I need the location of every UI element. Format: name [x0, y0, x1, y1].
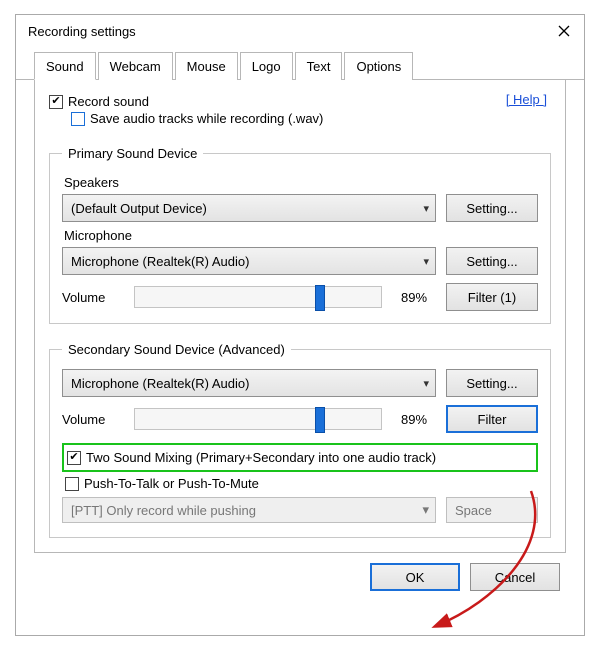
- speakers-setting-button[interactable]: Setting...: [446, 194, 538, 222]
- slider-thumb[interactable]: [315, 285, 325, 311]
- window-title: Recording settings: [28, 24, 136, 39]
- secondary-volume-pct: 89%: [392, 412, 436, 427]
- chevron-down-icon: ▾: [423, 255, 429, 268]
- primary-legend: Primary Sound Device: [62, 146, 203, 161]
- speakers-value: (Default Output Device): [71, 201, 207, 216]
- microphone-dropdown[interactable]: Microphone (Realtek(R) Audio) ▾: [62, 247, 436, 275]
- ptt-label: Push-To-Talk or Push-To-Mute: [84, 476, 259, 491]
- secondary-volume-slider[interactable]: [134, 408, 382, 430]
- tab-mouse[interactable]: Mouse: [175, 52, 238, 80]
- record-sound-checkbox[interactable]: ✔: [49, 95, 63, 109]
- ok-button[interactable]: OK: [370, 563, 460, 591]
- chevron-down-icon: ▾: [423, 377, 429, 390]
- tab-text[interactable]: Text: [295, 52, 343, 80]
- primary-volume-slider[interactable]: [134, 286, 382, 308]
- save-tracks-checkbox[interactable]: [71, 112, 85, 126]
- primary-filter-button[interactable]: Filter (1): [446, 283, 538, 311]
- microphone-value: Microphone (Realtek(R) Audio): [71, 254, 249, 269]
- save-tracks-label: Save audio tracks while recording (.wav): [90, 111, 323, 126]
- microphone-label: Microphone: [64, 228, 538, 243]
- secondary-group: Secondary Sound Device (Advanced) Microp…: [49, 342, 551, 538]
- cancel-button[interactable]: Cancel: [470, 563, 560, 591]
- secondary-filter-button[interactable]: Filter: [446, 405, 538, 433]
- tab-options[interactable]: Options: [344, 52, 413, 80]
- secondary-legend: Secondary Sound Device (Advanced): [62, 342, 291, 357]
- ptt-mode-dropdown: [PTT] Only record while pushing ▾: [62, 497, 436, 523]
- chevron-down-icon: ▾: [422, 502, 429, 518]
- microphone-setting-button[interactable]: Setting...: [446, 247, 538, 275]
- ptt-checkbox[interactable]: [65, 477, 79, 491]
- sound-panel: ✔ Record sound Save audio tracks while r…: [34, 80, 566, 553]
- mixing-highlight: ✔ Two Sound Mixing (Primary+Secondary in…: [62, 443, 538, 472]
- record-sound-label: Record sound: [68, 94, 149, 109]
- primary-volume-label: Volume: [62, 290, 124, 305]
- tab-logo[interactable]: Logo: [240, 52, 293, 80]
- secondary-setting-button[interactable]: Setting...: [446, 369, 538, 397]
- tab-strip: Sound Webcam Mouse Logo Text Options: [16, 51, 584, 80]
- primary-group: Primary Sound Device Speakers (Default O…: [49, 146, 551, 324]
- dialog-buttons: OK Cancel: [16, 553, 584, 603]
- tab-webcam[interactable]: Webcam: [98, 52, 173, 80]
- chevron-down-icon: ▾: [423, 202, 429, 215]
- speakers-label: Speakers: [64, 175, 538, 190]
- secondary-device-dropdown[interactable]: Microphone (Realtek(R) Audio) ▾: [62, 369, 436, 397]
- tab-sound[interactable]: Sound: [34, 52, 96, 80]
- close-icon[interactable]: [556, 23, 572, 39]
- help-link[interactable]: [ Help ]: [506, 92, 551, 107]
- titlebar: Recording settings: [16, 15, 584, 51]
- ptt-key-value: Space: [455, 503, 492, 518]
- two-sound-mixing-label: Two Sound Mixing (Primary+Secondary into…: [86, 450, 436, 465]
- slider-thumb[interactable]: [315, 407, 325, 433]
- ptt-mode-value: [PTT] Only record while pushing: [71, 503, 256, 518]
- two-sound-mixing-checkbox[interactable]: ✔: [67, 451, 81, 465]
- speakers-dropdown[interactable]: (Default Output Device) ▾: [62, 194, 436, 222]
- secondary-device-value: Microphone (Realtek(R) Audio): [71, 376, 249, 391]
- primary-volume-pct: 89%: [392, 290, 436, 305]
- secondary-volume-label: Volume: [62, 412, 124, 427]
- ptt-key-field: Space: [446, 497, 538, 523]
- dialog-window: Recording settings Sound Webcam Mouse Lo…: [15, 14, 585, 636]
